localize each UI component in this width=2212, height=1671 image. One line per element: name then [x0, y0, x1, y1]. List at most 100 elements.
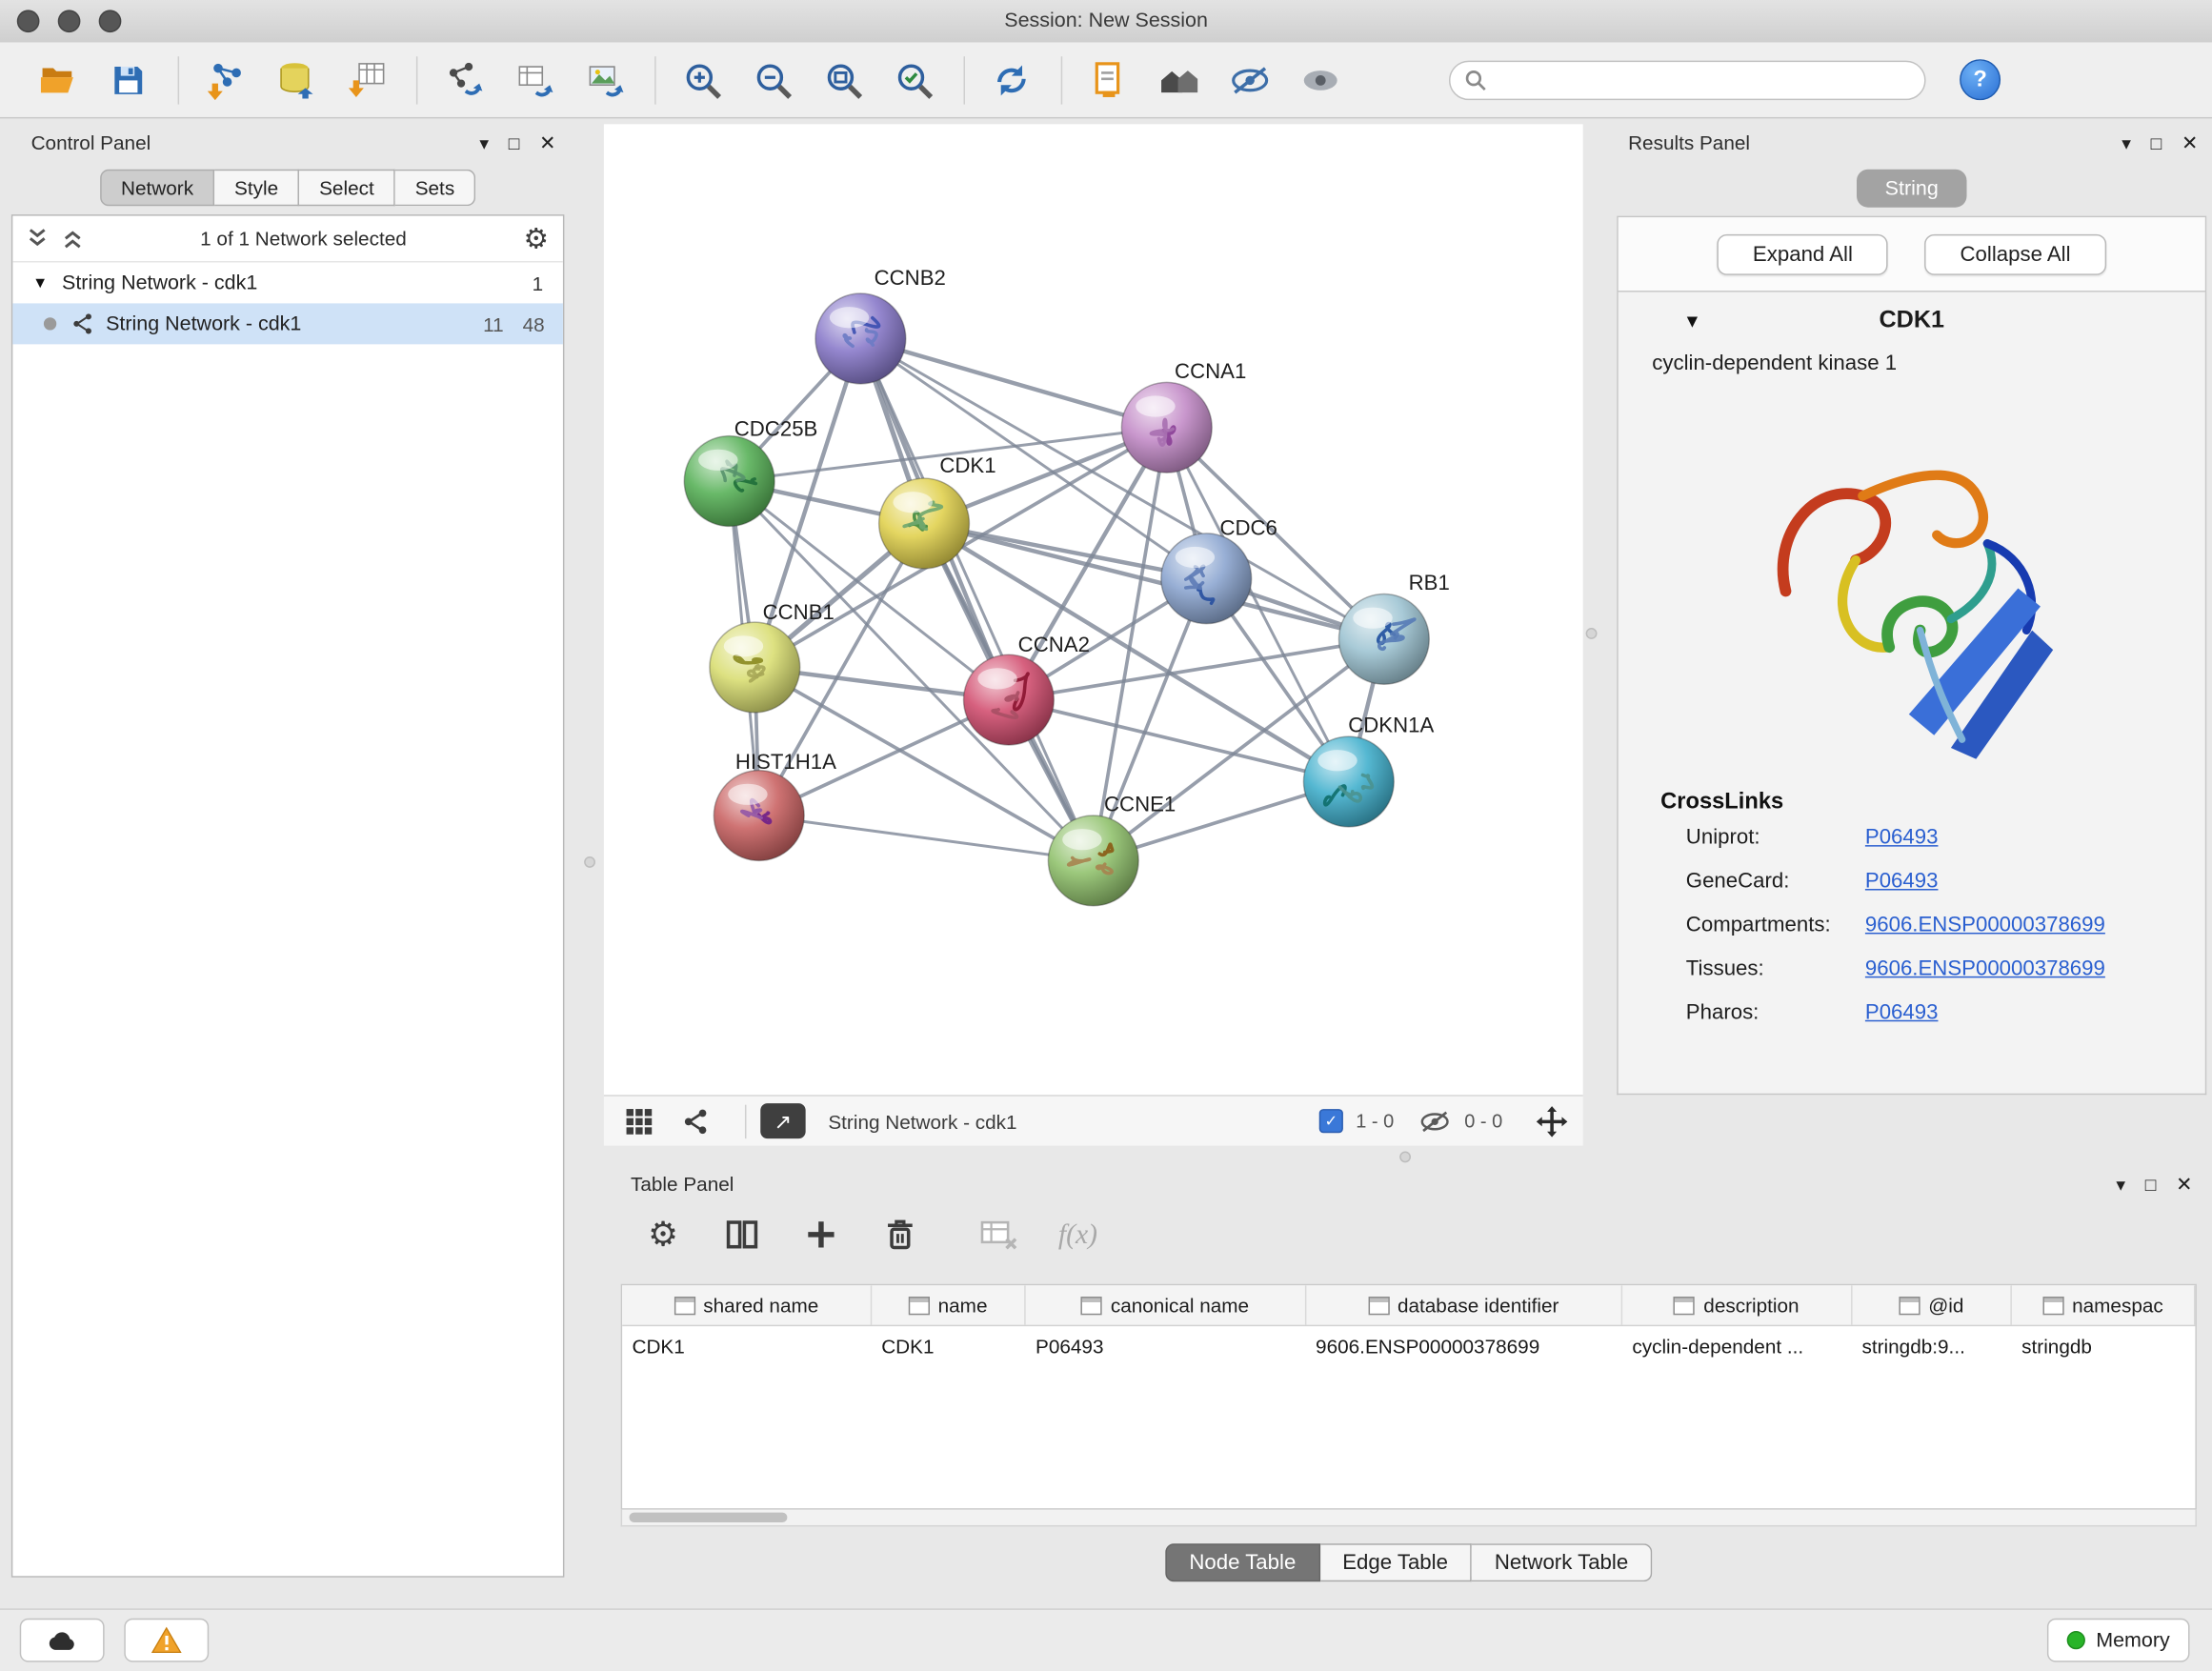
node-table[interactable]: shared name namecanonical namedatabase id… — [621, 1284, 2197, 1510]
gear-icon[interactable]: ⚙ — [524, 224, 550, 252]
network-node-CCNB1[interactable] — [710, 622, 800, 713]
show-columns-icon[interactable] — [718, 1212, 766, 1257]
annotation-icon[interactable] — [1082, 55, 1136, 103]
network-collection-row[interactable]: ▼ String Network - cdk1 1 — [12, 262, 563, 303]
panel-maximize-icon[interactable]: □ — [509, 133, 520, 151]
column-header-database-identifier[interactable]: database identifier — [1306, 1285, 1622, 1324]
panel-float-icon[interactable]: ▾ — [2116, 1175, 2125, 1193]
table-horizontal-scrollbar[interactable] — [621, 1510, 2197, 1527]
tree-expand-icon[interactable]: ▼ — [32, 274, 48, 292]
warnings-button[interactable] — [124, 1619, 209, 1662]
tab-network-table[interactable]: Network Table — [1472, 1543, 1652, 1581]
delete-column-icon[interactable] — [876, 1212, 924, 1257]
delete-table-icon — [975, 1212, 1022, 1257]
column-header-description[interactable]: description — [1622, 1285, 1852, 1324]
new-table-icon[interactable] — [508, 55, 561, 103]
import-network-database-icon[interactable] — [270, 55, 323, 103]
toolbar-search[interactable] — [1449, 60, 1926, 99]
network-node-CDC25B[interactable] — [684, 436, 774, 527]
cloud-status-button[interactable] — [20, 1619, 105, 1662]
collapse-all-icon[interactable] — [27, 227, 48, 250]
expand-all-button[interactable]: Expand All — [1718, 233, 1888, 274]
hide-unhide-icon[interactable] — [1223, 55, 1277, 103]
splitter-grip[interactable] — [584, 856, 595, 868]
crosslink-link[interactable]: 9606.ENSP00000378699 — [1865, 956, 2105, 980]
save-session-icon[interactable] — [102, 55, 155, 103]
tab-style[interactable]: Style — [214, 170, 299, 207]
network-node-CDC6[interactable] — [1161, 534, 1252, 624]
crosslink-link[interactable]: P06493 — [1865, 1000, 1939, 1024]
crosslink-link[interactable]: P06493 — [1865, 825, 1939, 849]
node-label-CDC25B: CDC25B — [734, 417, 818, 441]
panel-maximize-icon[interactable]: □ — [2145, 1175, 2157, 1193]
status-bar: Memory — [0, 1608, 2212, 1670]
collapse-all-button[interactable]: Collapse All — [1924, 233, 2105, 274]
network-overview-icon[interactable] — [674, 1102, 716, 1139]
zoom-in-icon[interactable] — [675, 55, 729, 103]
panel-close-icon[interactable]: ✕ — [2182, 132, 2198, 152]
table-row[interactable]: CDK1CDK1P064939606.ENSP00000378699cyclin… — [622, 1326, 2195, 1364]
scrollbar-thumb[interactable] — [630, 1513, 788, 1522]
column-header-label: shared name — [703, 1294, 818, 1317]
new-network-from-selection-icon[interactable] — [437, 55, 491, 103]
expand-all-icon[interactable] — [62, 227, 83, 250]
network-view-canvas[interactable]: CCNB2CCNA1CDC25BCDK1CDC6RB1CCNB1CCNA2CDK… — [604, 124, 1583, 1095]
network-graph[interactable]: CCNB2CCNA1CDC25BCDK1CDC6RB1CCNB1CCNA2CDK… — [604, 124, 1583, 1095]
import-network-file-icon[interactable] — [199, 55, 252, 103]
window-title: Session: New Session — [0, 10, 2212, 32]
apply-layout-icon[interactable] — [985, 55, 1038, 103]
column-header-name[interactable]: name — [872, 1285, 1026, 1324]
network-row[interactable]: String Network - cdk1 11 48 — [12, 303, 563, 344]
tab-network[interactable]: Network — [100, 170, 214, 207]
tab-select[interactable]: Select — [299, 170, 395, 207]
crosslink-link[interactable]: 9606.ENSP00000378699 — [1865, 913, 2105, 936]
column-header--id[interactable]: @id — [1852, 1285, 2012, 1324]
show-eye-icon[interactable] — [1294, 55, 1347, 103]
table-settings-gear-icon[interactable]: ⚙ — [639, 1212, 687, 1257]
zoom-out-icon[interactable] — [746, 55, 799, 103]
crosslink-label: Compartments: — [1686, 913, 1865, 936]
splitter-grip[interactable] — [1399, 1151, 1411, 1162]
home-networks-icon[interactable] — [1153, 55, 1206, 103]
protein-collapse-icon[interactable]: ▼ — [1683, 310, 1701, 331]
export-image-icon[interactable] — [578, 55, 632, 103]
help-icon[interactable]: ? — [1960, 59, 2001, 100]
detach-view-button[interactable]: ↗ — [760, 1103, 805, 1138]
memory-button[interactable]: Memory — [2046, 1619, 2189, 1662]
node-label-CCNB2: CCNB2 — [875, 266, 946, 290]
crosslink-row: GeneCard:P06493 — [1619, 859, 2205, 903]
network-node-CCNE1[interactable] — [1048, 815, 1138, 906]
column-header-shared-name[interactable]: shared name — [622, 1285, 872, 1324]
zoom-selected-icon[interactable] — [888, 55, 941, 103]
tab-string[interactable]: String — [1857, 170, 1967, 208]
open-session-icon[interactable] — [31, 55, 85, 103]
panel-close-icon[interactable]: ✕ — [539, 132, 555, 152]
column-header-namespac[interactable]: namespac — [2012, 1285, 2196, 1324]
panel-float-icon[interactable]: ▾ — [479, 133, 489, 151]
network-node-CCNA1[interactable] — [1121, 382, 1212, 473]
zoom-fit-icon[interactable] — [816, 55, 870, 103]
panel-close-icon[interactable]: ✕ — [2176, 1174, 2192, 1194]
network-node-CDKN1A[interactable] — [1303, 736, 1394, 827]
birds-eye-view-icon[interactable] — [618, 1102, 660, 1139]
add-column-icon[interactable] — [797, 1212, 845, 1257]
splitter-grip[interactable] — [1586, 628, 1598, 639]
panel-maximize-icon[interactable]: □ — [2151, 133, 2162, 151]
selected-checkbox-icon[interactable]: ✓ — [1319, 1109, 1343, 1133]
pan-move-icon[interactable] — [1535, 1104, 1569, 1138]
search-input[interactable] — [1496, 68, 1910, 91]
network-node-RB1[interactable] — [1338, 594, 1429, 685]
current-network-bullet-icon — [44, 317, 56, 330]
tab-sets[interactable]: Sets — [395, 170, 475, 207]
panel-float-icon[interactable]: ▾ — [2122, 133, 2131, 151]
network-node-CDK1[interactable] — [879, 478, 970, 569]
tab-node-table[interactable]: Node Table — [1165, 1543, 1319, 1581]
tab-edge-table[interactable]: Edge Table — [1319, 1543, 1472, 1581]
crosslink-link[interactable]: P06493 — [1865, 869, 1939, 893]
table-cell: CDK1 — [872, 1326, 1026, 1364]
network-node-CCNA2[interactable] — [964, 654, 1055, 745]
network-node-HIST1H1A[interactable] — [714, 771, 804, 861]
network-node-CCNB2[interactable] — [815, 293, 906, 384]
import-table-file-icon[interactable] — [340, 55, 393, 103]
column-header-canonical-name[interactable]: canonical name — [1026, 1285, 1306, 1324]
